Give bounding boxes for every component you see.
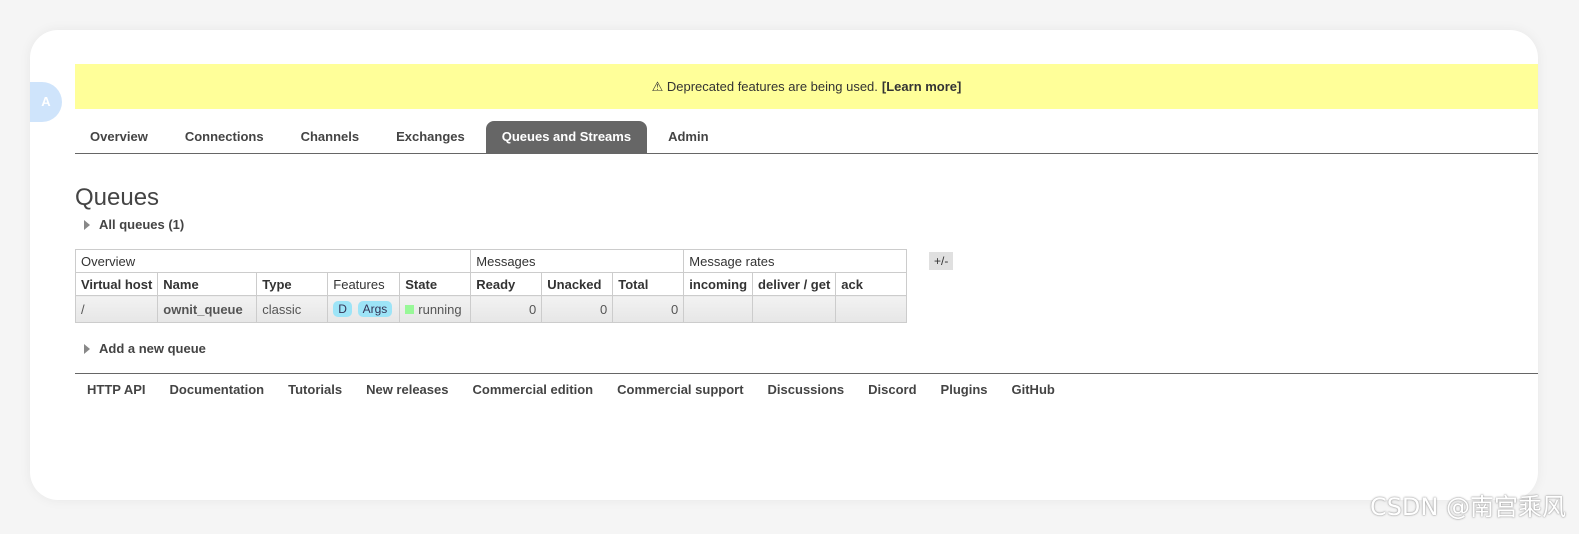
cell-ready: 0 <box>470 295 543 323</box>
feature-durable-badge: D <box>333 301 352 317</box>
group-header-message-rates: Message rates <box>683 249 908 273</box>
footer-links: HTTP API Documentation Tutorials New rel… <box>75 373 1538 397</box>
col-unacked[interactable]: Unacked <box>541 272 614 296</box>
col-name[interactable]: Name <box>157 272 258 296</box>
cell-type: classic <box>256 295 329 323</box>
cell-features: D Args <box>327 295 401 323</box>
add-queue-label: Add a new queue <box>99 341 206 356</box>
column-toggle-button[interactable]: +/- <box>929 252 954 270</box>
queues-table: Overview Messages Message rates Virtual … <box>74 249 908 323</box>
page-title: Queues <box>75 184 160 211</box>
footer-link-github[interactable]: GitHub <box>1012 382 1055 397</box>
footer-link-discord[interactable]: Discord <box>868 382 916 397</box>
learn-more-link[interactable]: [Learn more] <box>882 79 961 94</box>
col-incoming[interactable]: incoming <box>683 272 754 296</box>
tab-channels[interactable]: Channels <box>285 121 376 153</box>
footer-link-commercial-edition[interactable]: Commercial edition <box>472 382 593 397</box>
tab-queues-and-streams[interactable]: Queues and Streams <box>485 121 648 153</box>
expand-triangle-icon <box>84 219 90 230</box>
col-ready[interactable]: Ready <box>470 272 543 296</box>
feature-args-badge: Args <box>357 301 393 317</box>
footer-link-commercial-support[interactable]: Commercial support <box>617 382 743 397</box>
tab-exchanges[interactable]: Exchanges <box>380 121 481 153</box>
cell-total: 0 <box>612 295 685 323</box>
watermark: CSDN @南宫乘风 <box>1369 493 1566 521</box>
footer-link-discussions[interactable]: Discussions <box>768 382 845 397</box>
tab-connections[interactable]: Connections <box>169 121 280 153</box>
footer-link-tutorials[interactable]: Tutorials <box>288 382 342 397</box>
cell-ack <box>835 295 908 323</box>
cell-incoming <box>683 295 754 323</box>
avatar[interactable]: A <box>30 82 62 122</box>
add-queue-toggle[interactable]: Add a new queue <box>84 341 206 356</box>
footer-link-plugins[interactable]: Plugins <box>941 382 988 397</box>
col-virtual-host[interactable]: Virtual host <box>74 272 159 296</box>
all-queues-toggle[interactable]: All queues (1) <box>84 217 184 232</box>
cell-vhost: / <box>74 295 159 323</box>
col-ack[interactable]: ack <box>835 272 908 296</box>
tab-admin[interactable]: Admin <box>652 121 724 153</box>
main-nav-tabs: Overview Connections Channels Exchanges … <box>75 121 1538 154</box>
col-type[interactable]: Type <box>256 272 329 296</box>
cell-deliver-get <box>752 295 837 323</box>
deprecation-banner: ⚠ Deprecated features are being used. [L… <box>75 64 1538 109</box>
col-total[interactable]: Total <box>612 272 685 296</box>
footer-link-new-releases[interactable]: New releases <box>366 382 448 397</box>
state-label: running <box>418 301 462 317</box>
banner-text: ⚠ Deprecated features are being used. <box>651 78 878 94</box>
col-features: Features <box>327 272 401 296</box>
queue-name-link[interactable]: ownit_queue <box>157 295 258 323</box>
col-state[interactable]: State <box>399 272 472 296</box>
expand-triangle-icon <box>84 343 90 354</box>
group-header-messages: Messages <box>470 249 685 273</box>
footer-link-http-api[interactable]: HTTP API <box>87 382 146 397</box>
col-deliver-get[interactable]: deliver / get <box>752 272 837 296</box>
tab-overview[interactable]: Overview <box>75 121 164 153</box>
table-row: / ownit_queue classic D Args running 0 0… <box>74 295 908 323</box>
cell-state: running <box>399 295 472 323</box>
all-queues-label: All queues (1) <box>99 217 185 232</box>
group-header-overview: Overview <box>74 249 472 273</box>
cell-unacked: 0 <box>541 295 614 323</box>
footer-link-documentation[interactable]: Documentation <box>170 382 265 397</box>
main-card: A ⚠ Deprecated features are being used. … <box>30 30 1538 500</box>
running-status-icon <box>405 304 415 314</box>
